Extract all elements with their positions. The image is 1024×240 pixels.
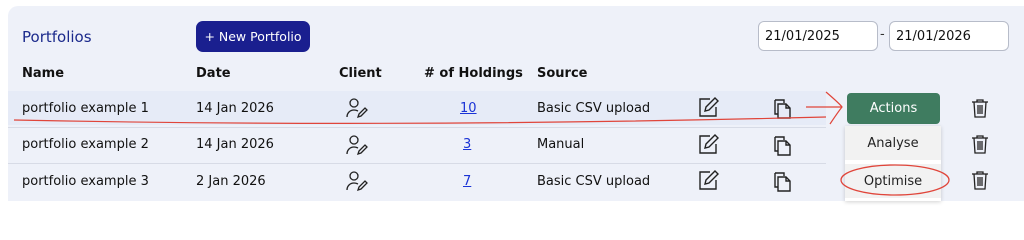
annotation-underline — [13, 116, 827, 124]
annotation-arrow-head — [825, 91, 843, 125]
annotation-overlay — [13, 91, 950, 196]
annotation-circle — [840, 164, 950, 196]
